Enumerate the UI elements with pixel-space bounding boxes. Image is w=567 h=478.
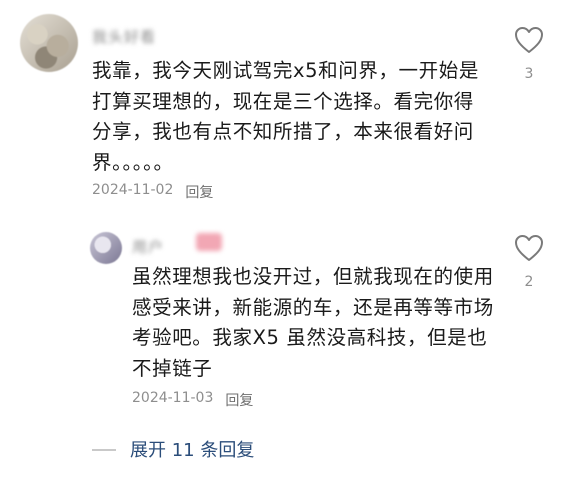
like-count: 3 (524, 66, 534, 82)
reply-date: 2024-11-03 (132, 390, 214, 406)
redacted-badge (196, 233, 222, 251)
heart-outline-icon (514, 26, 544, 58)
username[interactable]: 我头好看 (92, 26, 178, 46)
expand-replies-button[interactable]: 展开 11 条回复 (130, 436, 254, 462)
avatar[interactable] (20, 14, 78, 72)
reply-meta: 2024-11-03 回复 (132, 390, 253, 410)
reply-reply-button[interactable]: 回复 (225, 390, 253, 410)
expand-replies-label: 展开 11 条回复 (130, 440, 255, 461)
reply-username[interactable]: 用户 (132, 236, 192, 256)
heart-outline-icon (514, 234, 544, 266)
comment-meta: 2024-11-02 回复 (92, 182, 213, 202)
reply-avatar[interactable] (90, 232, 122, 264)
reply-like-button[interactable]: 2 (509, 234, 549, 290)
like-button[interactable]: 3 (509, 26, 549, 82)
expand-divider (92, 449, 116, 451)
reply-like-count: 2 (524, 274, 534, 290)
reply-button[interactable]: 回复 (185, 182, 213, 202)
reply-text: 虽然理想我也没开过，但就我现在的使用感受来讲，新能源的车，还是再等等市场考验吧。… (132, 265, 494, 380)
comment-text: 我靠，我今天刚试驾完x5和问界，一开始是打算买理想的，现在是三个选择。看完你得分… (92, 59, 479, 174)
comment-date: 2024-11-02 (92, 182, 174, 198)
